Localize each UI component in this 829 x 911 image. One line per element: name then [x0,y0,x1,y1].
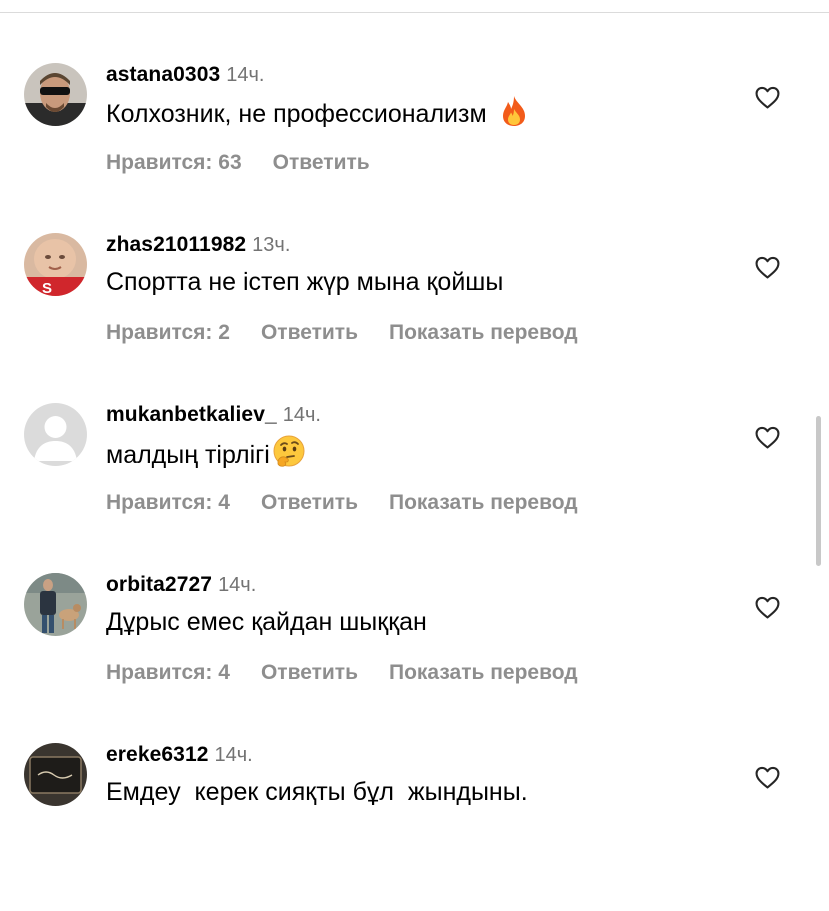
avatar[interactable] [24,743,87,806]
timestamp[interactable]: 14ч. [283,404,321,426]
comment-item: orbita2727 14ч. Дұрыс емес қайдан шыққан … [0,571,829,741]
show-translation-button[interactable]: Показать перевод [389,659,578,687]
comment-actions: Нравится: 4 Ответить Показать перевод [106,659,609,687]
timestamp[interactable]: 13ч. [252,234,290,256]
avatar[interactable] [24,573,87,636]
heart-outline-icon[interactable] [755,256,780,279]
timestamp[interactable]: 14ч. [218,574,256,596]
heart-outline-icon[interactable] [755,426,780,449]
comment-text: Спортта не істеп жүр мына қойшы [106,268,504,296]
fire-emoji [499,95,529,136]
heart-outline-icon[interactable] [755,766,780,789]
thinking-face-emoji [272,435,306,478]
comment-meta: mukanbetkaliev_ 14ч. [106,401,321,429]
username[interactable]: mukanbetkaliev_ [106,403,277,426]
avatar[interactable] [24,403,87,466]
likes-count[interactable]: Нравится: 2 [106,319,230,347]
username[interactable]: zhas21011982 [106,233,246,256]
comment-body: Колхозник, не профессионализм [106,100,487,129]
show-translation-button[interactable]: Показать перевод [389,319,578,347]
reply-button[interactable]: Ответить [261,659,358,687]
comment-text: Колхозник, не профессионализм [106,95,529,136]
scrollbar[interactable] [816,416,821,566]
comment-meta: ereke6312 14ч. [106,741,253,769]
reply-button[interactable]: Ответить [261,319,358,347]
avatar[interactable]: S [24,233,87,296]
default-avatar-icon [24,403,87,466]
comment-text: малдың тірлігі [106,435,306,478]
timestamp[interactable]: 14ч. [215,744,253,766]
comment-actions: Нравится: 63 Ответить [106,149,401,177]
avatar-photo [24,743,87,806]
likes-count[interactable]: Нравится: 63 [106,149,242,177]
heart-outline-icon[interactable] [755,86,780,109]
heart-outline-icon[interactable] [755,596,780,619]
comment-meta: zhas21011982 13ч. [106,231,290,259]
username[interactable]: astana0303 [106,63,220,86]
username[interactable]: orbita2727 [106,573,212,596]
comment-actions: Нравится: 2 Ответить Показать перевод [106,319,609,347]
top-divider [0,12,829,13]
username[interactable]: ereke6312 [106,743,209,766]
comment-item: astana0303 14ч. Колхозник, не профессиона… [0,61,829,231]
comment-body: малдың тірлігі [106,441,270,470]
comment-item: ereke6312 14ч. Емдеу керек сияқты бұл жын… [0,741,829,911]
avatar-photo: S [24,233,87,296]
comment-item: S zhas21011982 13ч. Спортта не істеп жүр … [0,231,829,401]
svg-text:S: S [42,280,52,296]
comment-actions: Нравится: 4 Ответить Показать перевод [106,489,609,517]
avatar-photo [24,573,87,636]
likes-count[interactable]: Нравится: 4 [106,489,230,517]
comment-text: Емдеу керек сияқты бұл жындыны. [106,778,528,806]
comment-item: mukanbetkaliev_ 14ч. малдың тірлігі Нрави… [0,401,829,571]
comment-text: Дұрыс емес қайдан шыққан [106,608,427,636]
comment-meta: orbita2727 14ч. [106,571,256,599]
timestamp[interactable]: 14ч. [226,64,264,86]
comment-meta: astana0303 14ч. [106,61,265,89]
avatar-photo [24,63,87,126]
reply-button[interactable]: Ответить [273,149,370,177]
reply-button[interactable]: Ответить [261,489,358,517]
show-translation-button[interactable]: Показать перевод [389,489,578,517]
avatar[interactable] [24,63,87,126]
likes-count[interactable]: Нравится: 4 [106,659,230,687]
